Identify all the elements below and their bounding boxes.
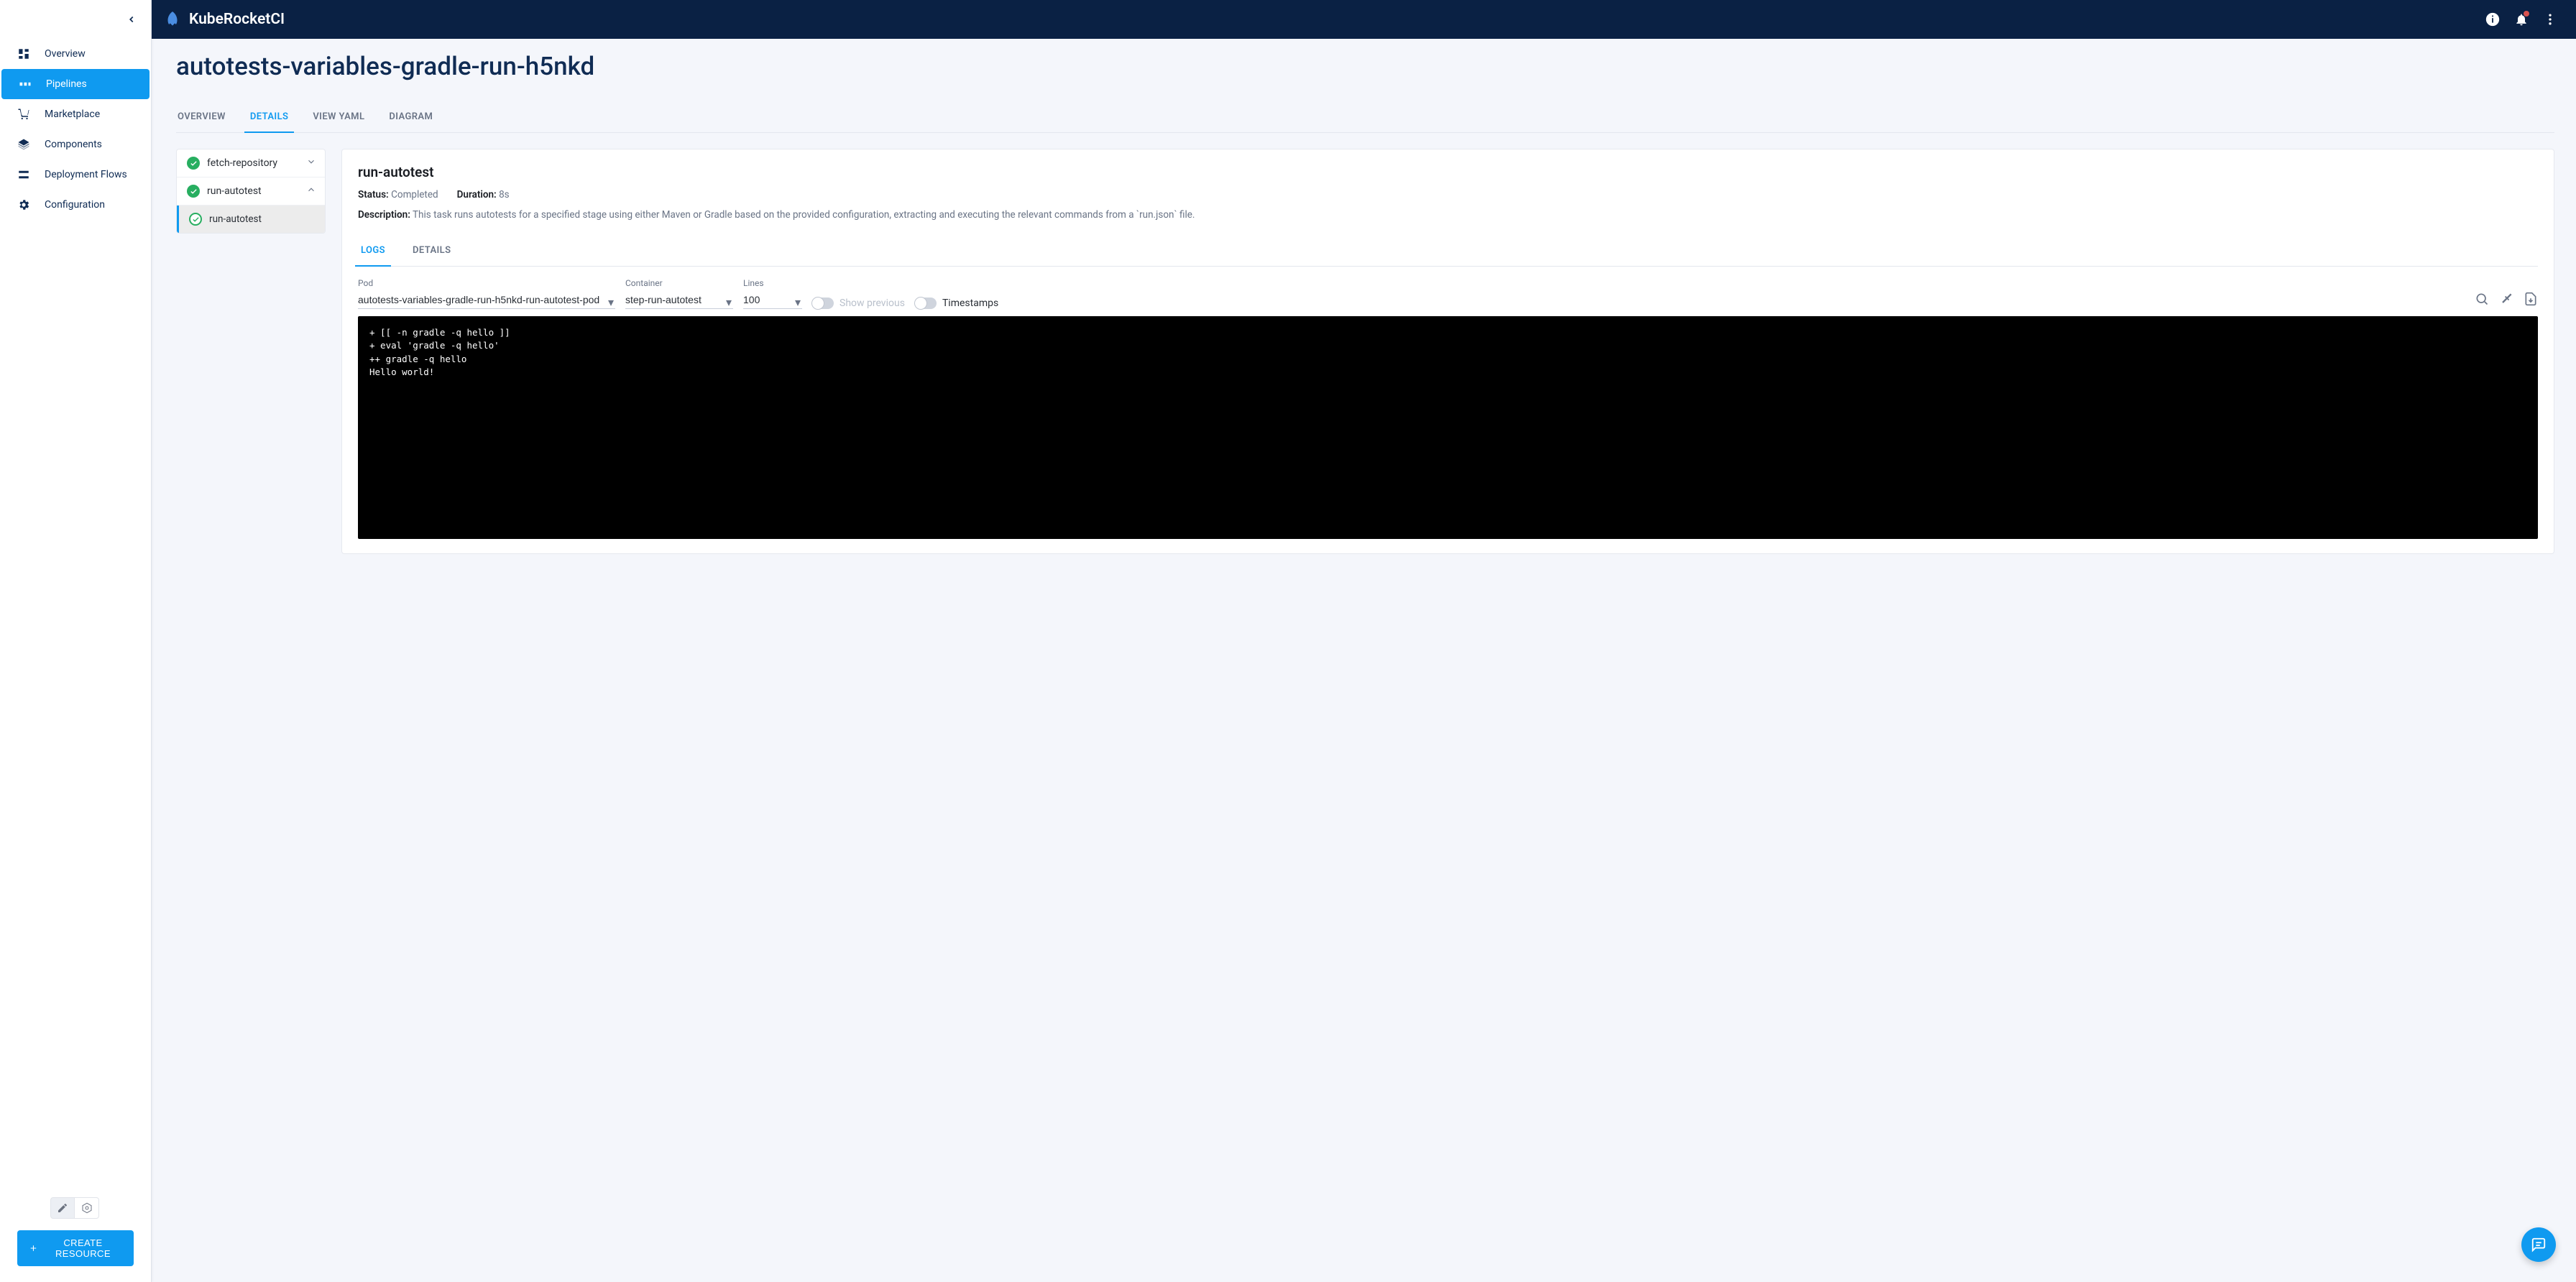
search-logs-button[interactable] [2475, 292, 2489, 309]
main-tabs: OVERVIEW DETAILS VIEW YAML DIAGRAM [176, 106, 2554, 133]
container-input[interactable] [625, 291, 733, 309]
download-icon [2524, 292, 2538, 306]
more-button[interactable] [2536, 5, 2564, 34]
sidebar-item-label: Overview [45, 48, 86, 60]
page-title: autotests-variables-gradle-run-h5nkd [176, 52, 2554, 81]
info-button[interactable] [2478, 5, 2507, 34]
tab-overview[interactable]: OVERVIEW [176, 106, 227, 132]
tab-diagram[interactable]: DIAGRAM [387, 106, 434, 132]
topbar: KubeRocketCI [152, 0, 2576, 39]
chevron-down-icon [306, 157, 316, 170]
view-mode-cluster-button[interactable] [75, 1197, 99, 1219]
step-item-run-autotest[interactable]: run-autotest [177, 177, 325, 206]
sidebar-item-label: Configuration [45, 199, 105, 211]
main-content: autotests-variables-gradle-run-h5nkd OVE… [152, 39, 2576, 1282]
switch-icon [915, 298, 937, 309]
notifications-button[interactable] [2507, 5, 2536, 34]
sidebar-item-components[interactable]: Components [0, 129, 151, 160]
cart-icon [16, 108, 32, 121]
check-circle-outline-icon [189, 213, 202, 226]
sidebar-item-marketplace[interactable]: Marketplace [0, 99, 151, 129]
log-output[interactable]: + [[ -n gradle -q hello ]] + eval 'gradl… [358, 316, 2538, 539]
subtab-logs[interactable]: LOGS [358, 238, 388, 266]
create-resource-button[interactable]: CREATE RESOURCE [17, 1230, 134, 1266]
chat-fab-button[interactable] [2521, 1227, 2556, 1262]
description-field: Description: This task runs autotests fo… [358, 208, 2538, 222]
lines-input[interactable] [743, 291, 802, 309]
step-label: fetch-repository [207, 157, 277, 169]
pod-select[interactable]: Pod ▾ [358, 278, 615, 309]
container-select[interactable]: Container ▾ [625, 278, 733, 309]
subtab-details[interactable]: DETAILS [410, 238, 454, 266]
task-title: run-autotest [358, 164, 2538, 180]
lines-select[interactable]: Lines ▾ [743, 278, 802, 309]
pen-icon [57, 1202, 68, 1214]
duration-field: Duration: 8s [457, 189, 510, 200]
sidebar-item-pipelines[interactable]: Pipelines [1, 69, 150, 99]
sidebar-item-label: Deployment Flows [45, 169, 127, 180]
plus-icon [29, 1242, 38, 1254]
chevron-up-icon [306, 185, 316, 198]
gear-icon [16, 198, 32, 211]
show-previous-toggle[interactable]: Show previous [812, 298, 905, 309]
chat-icon [2531, 1237, 2547, 1253]
step-sub-run-autotest[interactable]: run-autotest [177, 206, 325, 233]
check-circle-icon [187, 185, 200, 198]
log-tabs: LOGS DETAILS [358, 238, 2538, 267]
sidebar-item-configuration[interactable]: Configuration [0, 190, 151, 220]
step-item-fetch-repository[interactable]: fetch-repository [177, 149, 325, 177]
kubernetes-icon [81, 1202, 93, 1214]
clear-logs-button[interactable] [2499, 292, 2513, 309]
sidebar-item-label: Marketplace [45, 109, 100, 120]
flow-icon [16, 168, 32, 181]
tab-details[interactable]: DETAILS [249, 106, 290, 132]
search-icon [2475, 292, 2489, 306]
layers-icon [16, 138, 32, 151]
status-field: Status: Completed [358, 189, 438, 200]
view-mode-edit-button[interactable] [50, 1197, 75, 1219]
step-sub-label: run-autotest [209, 213, 262, 225]
rocket-icon [163, 10, 182, 29]
notification-dot [2524, 11, 2529, 17]
sidebar: Overview Pipelines Marketplace Component… [0, 0, 152, 1282]
download-logs-button[interactable] [2524, 292, 2538, 309]
sidebar-bottom: CREATE RESOURCE [0, 1187, 151, 1282]
check-circle-icon [187, 157, 200, 170]
sidebar-collapse-button[interactable] [0, 0, 151, 39]
pod-input[interactable] [358, 291, 615, 309]
step-label: run-autotest [207, 185, 262, 197]
info-icon [2485, 11, 2501, 27]
app-name: KubeRocketCI [189, 11, 285, 28]
sidebar-item-deployment-flows[interactable]: Deployment Flows [0, 160, 151, 190]
timestamps-toggle[interactable]: Timestamps [915, 298, 998, 309]
pipelines-icon [17, 78, 33, 91]
more-vert-icon [2543, 12, 2557, 27]
tab-view-yaml[interactable]: VIEW YAML [311, 106, 366, 132]
app-logo[interactable]: KubeRocketCI [163, 10, 285, 29]
steps-panel: fetch-repository run-autotest run-autote… [176, 149, 326, 234]
sidebar-item-overview[interactable]: Overview [0, 39, 151, 69]
chevron-left-icon [126, 14, 137, 24]
dashboard-icon [16, 47, 32, 60]
switch-icon [812, 298, 834, 309]
sidebar-item-label: Pipelines [46, 78, 87, 90]
create-resource-label: CREATE RESOURCE [44, 1237, 122, 1259]
broom-icon [2499, 292, 2513, 306]
sidebar-item-label: Components [45, 139, 102, 150]
task-detail-panel: run-autotest Status: Completed Duration:… [341, 149, 2554, 554]
